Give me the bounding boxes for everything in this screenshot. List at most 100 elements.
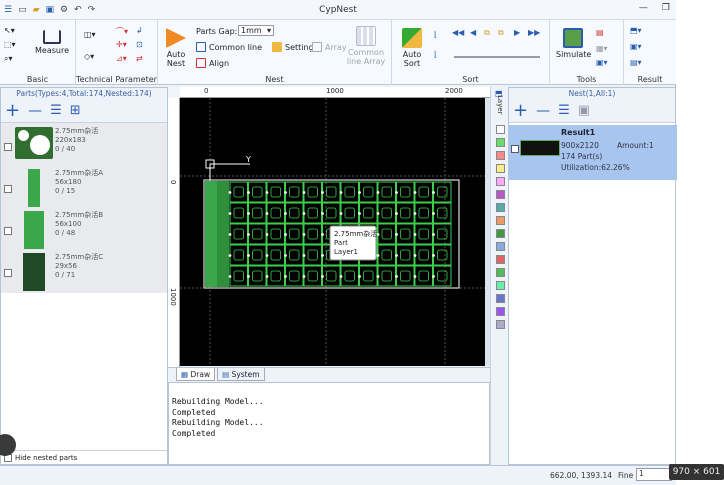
- sort-swap-icon[interactable]: ⧉: [498, 28, 504, 38]
- bridge-icon[interactable]: ⊡: [136, 40, 143, 49]
- nested-part: [433, 244, 452, 266]
- part-item[interactable]: 2.75mm杂活C 29x56 0 / 71: [1, 251, 167, 295]
- layer-bar: ⬒ Layer: [490, 87, 508, 465]
- tab-draw[interactable]: ▦ Draw: [176, 368, 216, 381]
- eraser-icon[interactable]: ◇▾: [84, 52, 94, 61]
- micro-joint-icon[interactable]: ✛▾: [116, 40, 127, 49]
- layer-swatch[interactable]: [496, 281, 505, 290]
- nested-part: [377, 265, 396, 287]
- common-line-button[interactable]: Common line: [196, 42, 262, 52]
- add-nest-icon[interactable]: +: [513, 101, 528, 120]
- nested-strip-parts: [205, 181, 217, 287]
- part-checkbox[interactable]: [4, 269, 12, 277]
- result-checkbox[interactable]: [511, 145, 519, 153]
- nest-list-view-icon[interactable]: ☰: [558, 102, 570, 120]
- nested-part: [229, 181, 248, 203]
- layer-swatch[interactable]: [496, 320, 505, 329]
- layer-swatch[interactable]: [496, 242, 505, 251]
- sort-direction-icon[interactable]: ⌊: [434, 30, 437, 39]
- nested-part: [414, 223, 433, 245]
- select-arrow-icon[interactable]: ↖▾: [4, 26, 15, 35]
- layer-swatch[interactable]: [496, 307, 505, 316]
- nested-part-hole: [437, 270, 448, 282]
- layer-swatch[interactable]: [496, 216, 505, 225]
- select-window-icon[interactable]: ⬚▾: [4, 40, 16, 49]
- part-item[interactable]: 2.75mm杂活B 56x100 0 / 48: [1, 209, 167, 253]
- layer-swatch[interactable]: [496, 177, 505, 186]
- nest-save-icon[interactable]: ▣: [578, 102, 590, 120]
- group-nest: Auto Nest Parts Gap: 1mm ▾ Common line Se…: [158, 20, 392, 85]
- nested-part-hole: [289, 270, 300, 282]
- add-part-icon[interactable]: +: [5, 101, 20, 120]
- reverse-icon[interactable]: ⇄: [136, 54, 143, 63]
- layer-swatch[interactable]: [496, 229, 505, 238]
- array-button[interactable]: Array: [312, 42, 347, 52]
- auto-nest-button[interactable]: Auto Nest: [162, 28, 190, 68]
- part-item[interactable]: 2.75mm杂活A 56x180 0 / 15: [1, 167, 167, 211]
- layer-swatch[interactable]: [496, 255, 505, 264]
- layer-swatch[interactable]: [496, 164, 505, 173]
- lead-point: [432, 233, 435, 236]
- setting-button[interactable]: Setting: [272, 42, 314, 52]
- nest-canvas[interactable]: Y 2.75mm杂活 Part Layer1: [180, 98, 485, 366]
- report-icon[interactable]: ▤: [596, 28, 604, 37]
- common-line-array-button[interactable]: Common line Array: [346, 26, 386, 66]
- part-thumbnail: [24, 211, 44, 249]
- lead-point: [339, 212, 343, 215]
- step-back-icon[interactable]: ◀: [470, 28, 476, 37]
- nest-drawing: Y 2.75mm杂活 Part Layer1: [180, 98, 485, 366]
- start-point-icon[interactable]: ⌒▾: [116, 26, 128, 37]
- part-item[interactable]: 2.75mm杂活 220x183 0 / 40: [1, 125, 167, 169]
- output-icon[interactable]: ▣▾: [596, 58, 608, 67]
- layer-swatch[interactable]: [496, 151, 505, 160]
- parts-gap-select[interactable]: 1mm ▾: [238, 25, 274, 36]
- part-checkbox[interactable]: [4, 143, 12, 151]
- compensation-icon[interactable]: ⊿▾: [116, 54, 127, 63]
- step-forward-icon[interactable]: ▶: [514, 28, 520, 37]
- lead-point: [265, 191, 269, 194]
- rewind-icon[interactable]: ◀◀: [452, 28, 464, 37]
- sort-left-icon[interactable]: ⌊: [434, 50, 437, 59]
- align-button[interactable]: Align: [196, 58, 229, 68]
- result-part-count: 174 Part(s): [561, 152, 603, 161]
- tab-system[interactable]: ▤ System: [217, 368, 265, 381]
- part-options-icon[interactable]: ⊞: [70, 102, 81, 120]
- layer-swatch[interactable]: [496, 190, 505, 199]
- window-title: CypNest: [319, 4, 357, 15]
- layer-swatch[interactable]: [496, 268, 505, 277]
- layer-swatch[interactable]: [496, 138, 505, 147]
- nested-part: [303, 223, 322, 245]
- nested-part: [396, 244, 415, 266]
- restore-icon[interactable]: ❐: [662, 3, 670, 13]
- lead-line-icon[interactable]: ◫▾: [84, 30, 96, 39]
- auto-sort-button[interactable]: Auto Sort: [398, 28, 426, 68]
- measure-button[interactable]: Measure: [34, 30, 70, 55]
- part-checkbox[interactable]: [4, 227, 12, 235]
- sort-order-icon[interactable]: ⧉: [484, 28, 490, 38]
- simulate-button[interactable]: Simulate: [556, 28, 591, 59]
- remove-nest-icon[interactable]: —: [536, 102, 550, 120]
- sort-slider[interactable]: [454, 56, 540, 58]
- export-icon[interactable]: ▦▾: [596, 44, 608, 53]
- result-item[interactable]: Result1 900x2120 Amount:1 174 Part(s) Ut…: [509, 125, 677, 180]
- layer-swatch[interactable]: [496, 294, 505, 303]
- minimize-icon[interactable]: —: [639, 3, 648, 13]
- layer-swatch[interactable]: [496, 125, 505, 134]
- nested-part-hole: [270, 249, 281, 261]
- hide-nested-toggle[interactable]: Hide nested parts: [1, 450, 167, 464]
- nested-part-hole: [400, 270, 411, 282]
- part-checkbox[interactable]: [4, 185, 12, 193]
- fast-forward-icon[interactable]: ▶▶: [528, 28, 540, 37]
- nested-part: [266, 181, 285, 203]
- fine-input[interactable]: 1: [636, 468, 672, 481]
- result-utilization: Utilization:62.26%: [561, 163, 630, 172]
- result-export-icon[interactable]: ⬒▾: [630, 26, 642, 35]
- cooling-point-icon[interactable]: ↲: [136, 26, 143, 35]
- list-view-icon[interactable]: ☰: [50, 102, 62, 120]
- result-print-icon[interactable]: ▤▾: [630, 58, 642, 67]
- result-save-icon[interactable]: ▣▾: [630, 42, 642, 51]
- remove-part-icon[interactable]: —: [28, 102, 42, 120]
- zoom-icon[interactable]: ⌕▾: [4, 54, 13, 64]
- layer-swatch[interactable]: [496, 203, 505, 212]
- lead-point: [302, 275, 306, 278]
